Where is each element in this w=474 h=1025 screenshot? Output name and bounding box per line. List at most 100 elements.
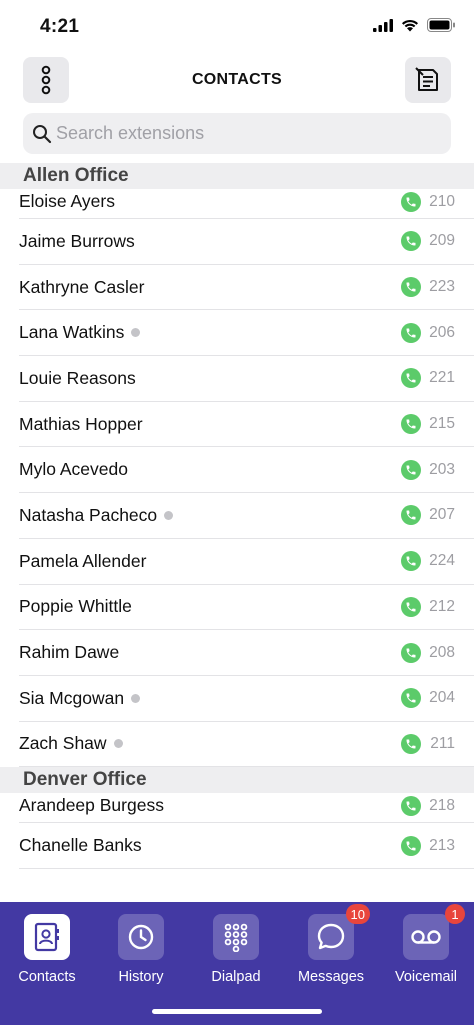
call-extension-group[interactable]: 203 [401, 459, 455, 480]
phone-icon[interactable] [401, 551, 421, 572]
call-extension-group[interactable]: 207 [401, 505, 455, 526]
call-extension-group[interactable]: 224 [401, 551, 455, 572]
contact-row[interactable]: Poppie Whittle 212 [19, 585, 474, 631]
phone-icon[interactable] [401, 231, 421, 252]
call-extension-group[interactable]: 215 [401, 414, 455, 435]
page-title: CONTACTS [191, 71, 283, 88]
phone-icon[interactable] [401, 414, 421, 435]
search-bar[interactable] [23, 113, 451, 154]
contact-name: Sia Mcgowan [19, 687, 125, 708]
phone-icon[interactable] [401, 505, 421, 526]
contact-name-group: Zach Shaw [19, 733, 123, 754]
call-extension-group[interactable]: 206 [401, 322, 455, 343]
section-header: Denver Office [0, 767, 474, 794]
contact-name: Pamela Allender [19, 550, 147, 571]
phone-icon[interactable] [401, 733, 421, 754]
extension-number: 204 [429, 689, 455, 707]
phone-icon[interactable] [401, 368, 421, 389]
phone-icon[interactable] [401, 642, 421, 663]
extension-number: 211 [430, 734, 455, 752]
extension-number: 215 [429, 415, 455, 433]
tab-voicemail[interactable]: 1 Voicemail [379, 904, 473, 985]
contact-row[interactable]: Jaime Burrows 209 [19, 219, 474, 265]
contact-row[interactable]: Mylo Acevedo 203 [19, 447, 474, 494]
contact-row[interactable]: Eloise Ayers 210 [19, 189, 474, 219]
tab-messages[interactable]: 10 Messages [284, 904, 378, 985]
tab-label: Messages [297, 969, 365, 985]
call-extension-group[interactable]: 209 [401, 231, 455, 252]
call-extension-group[interactable]: 221 [401, 368, 455, 389]
wifi-icon [402, 19, 418, 31]
extension-number: 224 [429, 552, 455, 570]
contact-name: Mylo Acevedo [19, 459, 128, 480]
phone-icon[interactable] [401, 596, 421, 617]
contact-name-group: Poppie Whittle [19, 596, 132, 617]
contact-name: Poppie Whittle [19, 596, 132, 617]
extension-number: 208 [429, 643, 455, 661]
contact-name: Rahim Dawe [19, 642, 120, 663]
tab-dialpad[interactable]: Dialpad [189, 914, 283, 985]
contact-row[interactable]: Chanelle Banks 213 [19, 823, 474, 869]
call-extension-group[interactable]: 223 [401, 277, 455, 298]
contact-name: Zach Shaw [19, 733, 107, 754]
contact-row[interactable]: Louie Reasons 221 [19, 356, 474, 402]
contact-name: Eloise Ayers [19, 191, 115, 211]
presence-dot-icon [113, 739, 123, 749]
notes-button[interactable] [405, 57, 451, 103]
clock-icon [118, 914, 164, 960]
dialpad-icon [213, 914, 259, 960]
call-extension-group[interactable]: 211 [401, 733, 455, 754]
contact-row[interactable]: Rahim Dawe 208 [19, 630, 474, 676]
contact-name: Lana Watkins [19, 322, 125, 343]
contact-name-group: Jaime Burrows [19, 231, 135, 252]
call-extension-group[interactable]: 210 [401, 191, 455, 212]
contact-row[interactable]: Sia Mcgowan 204 [19, 676, 474, 722]
call-extension-group[interactable]: 208 [401, 642, 455, 663]
contact-name-group: Lana Watkins [19, 322, 141, 343]
contact-row[interactable]: Pamela Allender 224 [19, 539, 474, 585]
contact-name: Jaime Burrows [19, 230, 135, 251]
contact-name: Arandeep Burgess [19, 795, 164, 816]
contact-row[interactable]: Kathryne Casler 223 [19, 265, 474, 311]
contact-row[interactable]: Arandeep Burgess 218 [19, 793, 474, 824]
extension-number: 206 [429, 323, 455, 341]
tab-contacts[interactable]: Contacts [0, 914, 94, 985]
contact-row[interactable]: Natasha Pacheco 207 [19, 493, 474, 539]
contact-name-group: Arandeep Burgess [19, 795, 164, 816]
contact-name: Louie Reasons [19, 367, 136, 388]
extension-number: 218 [429, 796, 455, 814]
voicemail-icon: 1 [403, 904, 465, 960]
phone-icon[interactable] [401, 688, 421, 709]
tab-history[interactable]: History [94, 914, 188, 985]
contact-name-group: Kathryne Casler [19, 277, 144, 298]
contact-row[interactable]: Lana Watkins 206 [19, 310, 474, 357]
contact-row[interactable]: Mathias Hopper 215 [19, 402, 474, 448]
phone-icon[interactable] [401, 322, 421, 343]
contact-name: Mathias Hopper [19, 413, 143, 434]
contact-list[interactable]: Allen Office Eloise Ayers 210 Jaime Burr… [0, 163, 474, 902]
call-extension-group[interactable]: 213 [401, 835, 455, 856]
contact-name-group: Rahim Dawe [19, 642, 119, 663]
phone-icon[interactable] [401, 459, 421, 480]
contact-name-group: Mylo Acevedo [19, 459, 128, 480]
search-icon [32, 124, 52, 144]
section-header: Allen Office [0, 163, 474, 189]
contact-row[interactable]: Zach Shaw 211 [19, 722, 474, 768]
extension-number: 203 [429, 460, 455, 478]
contact-name-group: Sia Mcgowan [19, 687, 141, 709]
tab-label: Contacts [18, 969, 76, 985]
call-extension-group[interactable]: 212 [401, 596, 455, 617]
battery-icon [427, 18, 455, 32]
search-input[interactable] [56, 123, 436, 144]
contact-name-group: Pamela Allender [19, 551, 146, 572]
extension-number: 209 [429, 232, 455, 250]
phone-icon[interactable] [401, 191, 421, 212]
cellular-signal-icon [373, 18, 393, 32]
phone-icon[interactable] [401, 835, 421, 856]
phone-icon[interactable] [401, 795, 421, 816]
presence-dot-icon [164, 510, 174, 520]
phone-icon[interactable] [401, 277, 421, 298]
call-extension-group[interactable]: 204 [401, 688, 455, 709]
call-extension-group[interactable]: 218 [401, 795, 455, 816]
unread-badge: 10 [345, 904, 370, 924]
